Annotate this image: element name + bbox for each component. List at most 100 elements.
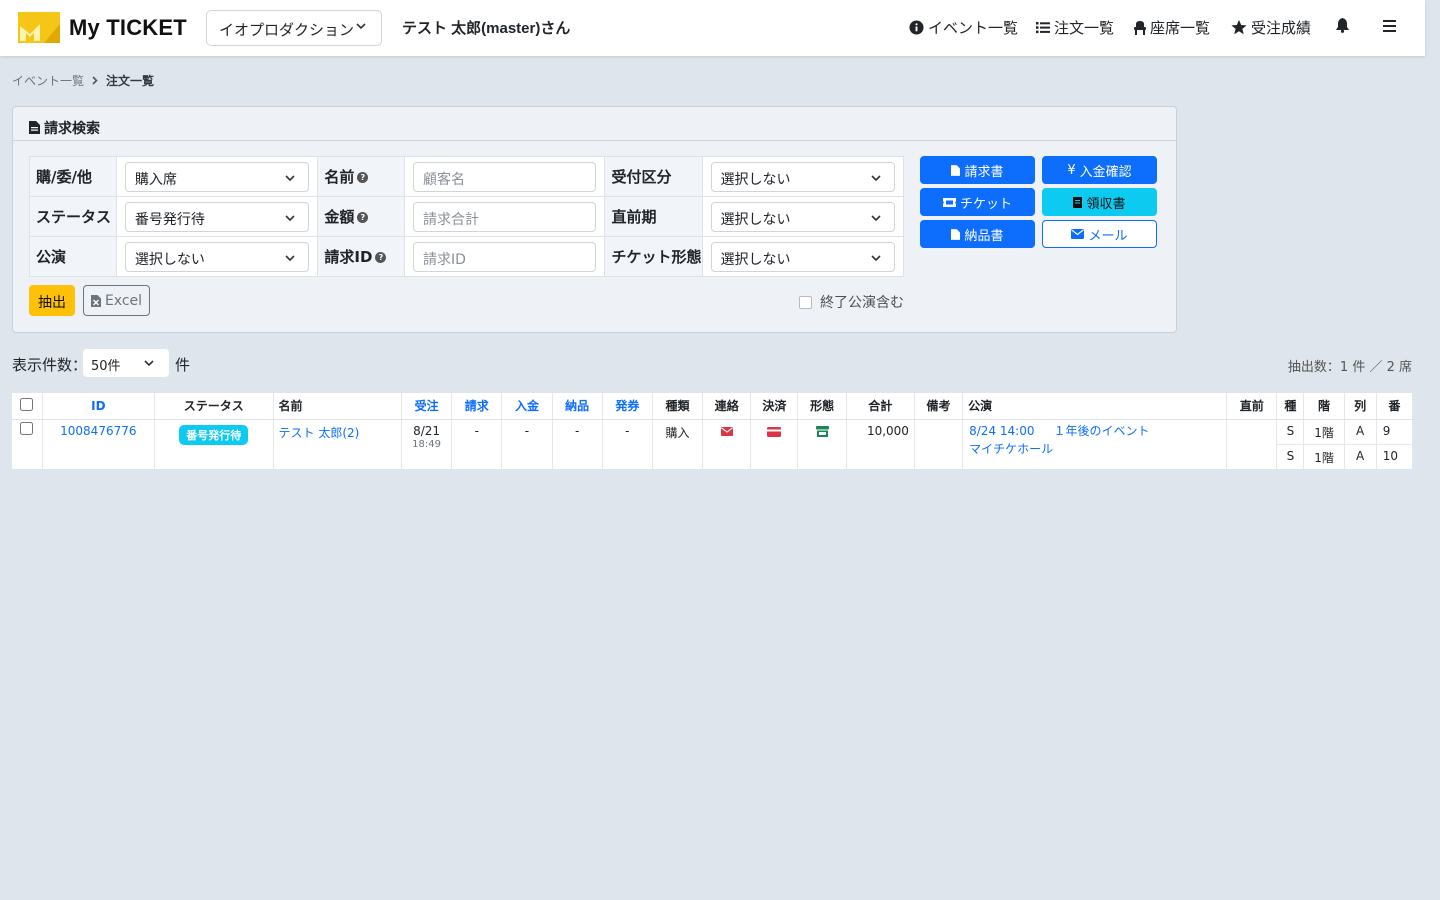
- include-ended-label: 終了公演含む: [820, 295, 904, 311]
- organization-select[interactable]: イオプロダクション: [206, 10, 382, 46]
- nav-orders[interactable]: 注文一覧: [1036, 17, 1114, 38]
- name-label: 名前?: [317, 156, 405, 197]
- include-ended-checkbox[interactable]: 終了公演含む: [799, 292, 904, 312]
- status-value: 番号発行待: [134, 211, 205, 228]
- select-all-cell: [12, 393, 43, 420]
- customer-name-input[interactable]: 顧客名: [412, 161, 597, 192]
- column-header-bill[interactable]: 請求: [451, 393, 503, 420]
- ticket-button-label: チケット: [959, 196, 1012, 212]
- ticket-button[interactable]: チケット: [920, 188, 1035, 216]
- question-circle-icon[interactable]: ?: [357, 212, 369, 223]
- performance-select[interactable]: 選択しない: [124, 241, 310, 272]
- excel-export-button[interactable]: Excel: [83, 285, 150, 316]
- per-page-select[interactable]: 50件: [83, 349, 169, 377]
- amount-input[interactable]: 請求合計: [412, 201, 597, 232]
- column-header-id[interactable]: ID: [42, 393, 156, 420]
- ticket-form-select[interactable]: 選択しない: [710, 241, 895, 272]
- hamburger-menu-icon[interactable]: [1383, 20, 1396, 32]
- performance-value: 選択しない: [134, 251, 205, 268]
- row-select-checkbox[interactable]: [20, 421, 34, 435]
- venue-link[interactable]: マイチケホール: [969, 442, 1053, 456]
- column-header-note: 備考: [914, 393, 964, 420]
- question-circle-icon[interactable]: ?: [357, 172, 369, 183]
- performance-cell: 8/24 14:00 １年後のイベント マイチケホール: [962, 419, 1228, 469]
- column-header-status: ステータス: [154, 393, 274, 420]
- search-row: 購/委/他 購入席 名前? 顧客名 受付区分 選択しない: [29, 156, 904, 197]
- chevron-down-icon: [871, 214, 881, 221]
- info-circle-icon: [909, 20, 924, 35]
- user-name: テスト 太郎(master)さん: [402, 20, 571, 37]
- payment-confirm-label: 入金確認: [1079, 164, 1132, 180]
- select-all-checkbox[interactable]: [20, 397, 34, 411]
- order-time: 18:49: [412, 438, 441, 450]
- column-header-order[interactable]: 受注: [401, 393, 453, 420]
- envelope-icon: [1071, 229, 1085, 239]
- file-icon: [29, 121, 40, 134]
- chevron-down-icon: [144, 360, 154, 367]
- just-before-select[interactable]: 選択しない: [710, 201, 895, 232]
- invoice-id-input[interactable]: 請求ID: [412, 241, 597, 272]
- column-header-total: 合計: [846, 393, 915, 420]
- performance-date-link[interactable]: 8/24 14:00: [969, 424, 1034, 438]
- nav-seats[interactable]: 座席一覧: [1134, 17, 1210, 38]
- envelope-icon[interactable]: [720, 426, 733, 436]
- payment-confirm-button[interactable]: ¥ 入金確認: [1042, 156, 1157, 184]
- file-excel-icon: [90, 294, 101, 307]
- invoice-button[interactable]: 請求書: [920, 156, 1035, 184]
- payment-cell: -: [501, 419, 553, 469]
- column-header-payment[interactable]: 入金: [501, 393, 553, 420]
- purchase-type-select[interactable]: 購入席: [124, 161, 310, 192]
- order-date-cell: 8/21 18:49: [401, 419, 453, 469]
- per-page-label: 表示件数：: [12, 356, 88, 374]
- amount-label-text: 金額: [324, 208, 355, 226]
- seat-number-cell: 9: [1376, 419, 1414, 445]
- extract-count: 抽出数：1 件 ／ 2 席: [1287, 360, 1412, 375]
- search-row: ステータス 番号発行待 金額? 請求合計 直前期 選択しない: [29, 196, 904, 237]
- extract-button[interactable]: 抽出: [29, 285, 75, 316]
- per-page-unit: 件: [175, 356, 191, 374]
- receipt-icon: [1073, 196, 1083, 208]
- seat-row-cell: A: [1344, 444, 1377, 469]
- column-header-type: 種: [1276, 393, 1305, 420]
- bell-icon[interactable]: [1336, 18, 1349, 33]
- mail-button-label: メール: [1088, 228, 1128, 244]
- reception-type-value: 選択しない: [720, 171, 791, 188]
- column-header-delivery[interactable]: 納品: [552, 393, 603, 420]
- ticket-icon: [942, 197, 956, 207]
- amount-label: 金額?: [317, 196, 405, 237]
- nav-orders-label: 注文一覧: [1054, 19, 1115, 37]
- credit-card-icon[interactable]: [767, 426, 782, 437]
- form-cell: [797, 419, 847, 469]
- nav-results[interactable]: 受注成績: [1231, 17, 1311, 38]
- breadcrumb-events-link[interactable]: イベント一覧: [12, 72, 84, 89]
- total-cell: 10,000: [846, 419, 915, 469]
- question-circle-icon[interactable]: ?: [375, 252, 387, 263]
- nav-events[interactable]: イベント一覧: [909, 17, 1018, 38]
- seat-floor-cell: 1階: [1303, 419, 1345, 445]
- column-header-issue[interactable]: 発券: [602, 393, 653, 420]
- yen-icon: ¥: [1067, 162, 1076, 178]
- brand-name[interactable]: My TICKET: [69, 15, 187, 41]
- delivery-note-button[interactable]: 納品書: [920, 220, 1035, 248]
- purchase-type-value: 購入席: [134, 171, 177, 188]
- customer-name-link[interactable]: テスト 太郎(2): [279, 426, 360, 440]
- status-select[interactable]: 番号発行待: [124, 201, 310, 232]
- delivery-note-label: 納品書: [964, 228, 1004, 244]
- brand-logo[interactable]: [18, 12, 60, 43]
- seat-number-cell: 10: [1376, 444, 1414, 469]
- checkbox[interactable]: [799, 295, 812, 309]
- breadcrumb-current: 注文一覧: [106, 74, 155, 88]
- search-row: 公演 選択しない 請求ID? 請求ID チケット形態 選択しない: [29, 236, 904, 277]
- nav-events-label: イベント一覧: [928, 19, 1019, 37]
- store-icon[interactable]: [815, 425, 829, 437]
- reception-type-select[interactable]: 選択しない: [710, 161, 895, 192]
- nav-seats-label: 座席一覧: [1150, 19, 1211, 37]
- column-header-row: 列: [1344, 393, 1377, 420]
- search-panel-title: 請求検索: [44, 120, 100, 137]
- mail-button[interactable]: メール: [1042, 220, 1157, 248]
- chevron-down-icon: [285, 254, 295, 261]
- performance-title-link[interactable]: １年後のイベント: [1054, 424, 1150, 438]
- order-id-link[interactable]: 1008476776: [60, 424, 136, 438]
- purchase-type-label: 購/委/他: [29, 156, 117, 197]
- receipt-button[interactable]: 領収書: [1042, 188, 1157, 216]
